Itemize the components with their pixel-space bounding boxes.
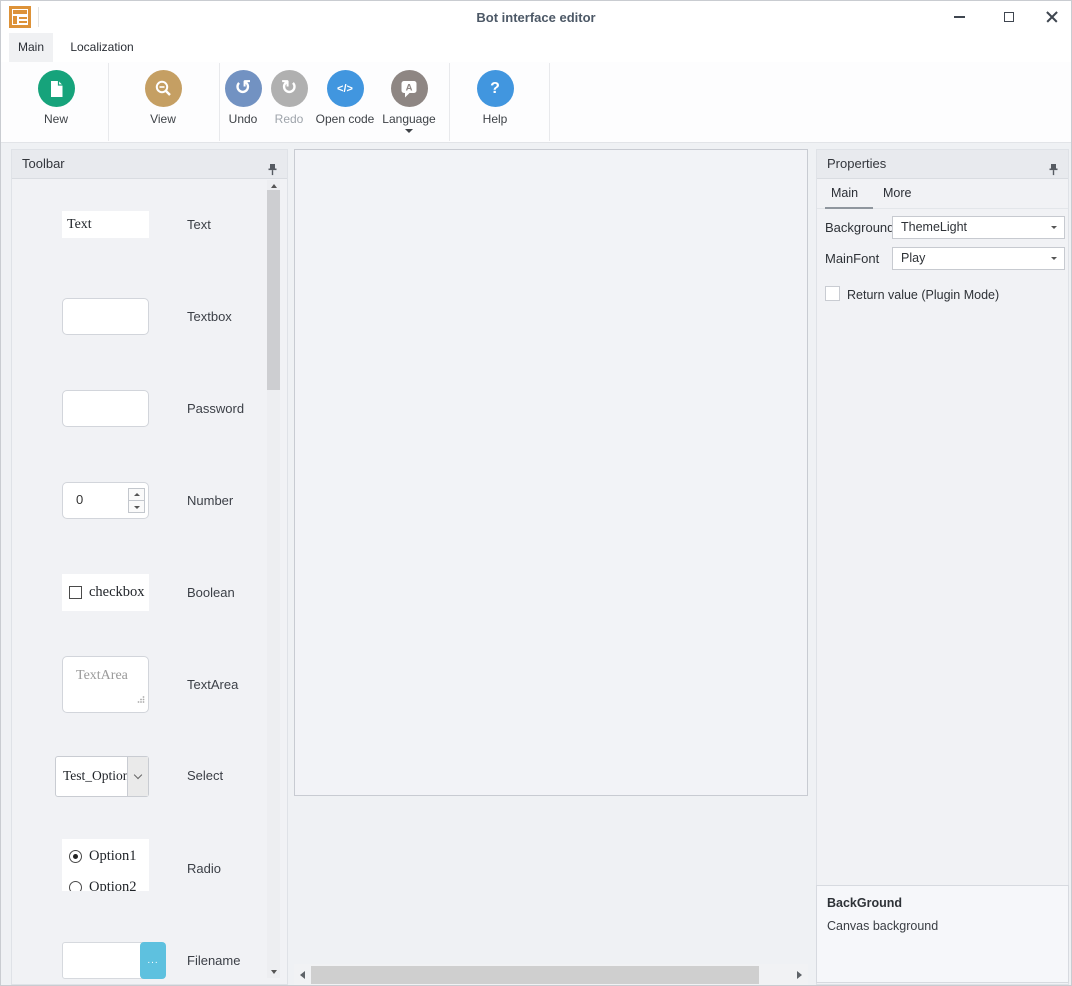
dropdown-caret-icon [1051,226,1057,229]
textarea-placeholder: TextArea [76,668,128,684]
title-bar: Bot interface editor [1,1,1071,33]
mainfont-label: MainFont [825,251,879,266]
toolbox-label-filename: Filename [187,953,240,968]
properties-panel-title: Properties [827,156,886,171]
properties-panel-header: Properties [817,150,1068,179]
ribbon-divider [549,63,550,141]
mainfont-select[interactable]: Play [892,247,1065,270]
scroll-left-icon[interactable] [300,971,305,979]
toolbox-item-boolean[interactable]: checkbox [62,574,149,611]
toolbox-item-textarea[interactable]: TextArea [62,656,149,713]
new-button[interactable]: New [16,70,96,126]
maximize-icon [1004,12,1014,22]
active-tab-underline [825,207,873,209]
toolbox-panel: Toolbar Text Text Textbox Password 0 [11,149,288,985]
code-icon: </> [327,70,364,107]
maximize-button[interactable] [994,1,1024,33]
toolbox-item-textbox[interactable] [62,298,149,335]
number-value: 0 [76,492,83,507]
background-select[interactable]: ThemeLight [892,216,1065,239]
svg-text:A: A [405,82,412,93]
view-label: View [123,112,203,126]
properties-panel: Properties Main More Background ThemeLig… [816,149,1069,985]
zoom-preview-icon [145,70,182,107]
return-value-label: Return value (Plugin Mode) [847,288,999,302]
select-dropdown-button [127,757,148,796]
ribbon-divider [449,63,450,141]
tab-localization[interactable]: Localization [57,33,147,62]
toolbox-label-radio: Radio [187,861,221,876]
toolbox-item-password[interactable] [62,390,149,427]
toolbox-panel-header: Toolbar [12,150,287,179]
properties-tab-row: Main More [817,180,1068,209]
toolbox-label-textarea: TextArea [187,677,238,692]
boolean-preview-label: checkbox [89,584,145,601]
scroll-up-icon[interactable] [271,184,277,188]
description-text: Canvas background [827,919,1058,933]
toolbox-panel-title: Toolbar [22,156,65,171]
help-button[interactable]: ? Help [455,70,535,126]
toolbox-item-text[interactable]: Text [62,211,149,238]
toolbox-label-boolean: Boolean [187,585,235,600]
minimize-icon [954,16,965,18]
toolbox-label-select: Select [187,768,223,783]
language-button[interactable]: A Language [369,70,449,133]
help-label: Help [455,112,535,126]
radio-option1-label: Option1 [89,848,137,865]
toolbox-label-textbox: Textbox [187,309,232,324]
toolbox-item-select[interactable]: Test_Option1 [55,756,149,797]
return-value-checkbox[interactable] [825,286,840,301]
background-label: Background [825,220,894,235]
select-value: Test_Option1 [63,768,136,784]
ribbon-tab-row: Main Localization [1,33,1071,62]
dropdown-caret-icon [1051,257,1057,260]
minimize-button[interactable] [944,1,974,33]
canvas-h-scrollbar[interactable] [294,964,808,986]
canvas-h-scrollbar-thumb[interactable] [311,966,759,984]
app-window: Bot interface editor Main Localization N… [0,0,1072,986]
checkbox-icon [69,586,82,599]
window-title: Bot interface editor [1,10,1071,25]
new-label: New [16,112,96,126]
properties-tab-main[interactable]: Main [831,186,858,200]
language-label: Language [369,112,449,126]
toolbox-label-password: Password [187,401,244,416]
toolbox-item-number[interactable]: 0 [62,482,149,519]
radio-checked-icon [69,850,82,863]
toolbox-scrollbar-thumb[interactable] [267,190,280,390]
property-description-box: BackGround Canvas background [816,885,1069,983]
browse-button[interactable]: ... [140,942,166,979]
ribbon: New View ↺ Undo ↻ Redo [1,62,1071,143]
spinner-up-icon [134,493,140,496]
redo-icon: ↻ [271,70,308,107]
toolbox-label-number: Number [187,493,233,508]
scroll-right-icon[interactable] [797,971,802,979]
toolbox-item-radio[interactable]: Option1 Option2 [62,839,149,891]
select-chevron-icon [134,771,142,779]
filename-input [62,942,147,979]
close-button[interactable] [1037,1,1067,33]
view-button[interactable]: View [123,70,203,126]
design-canvas[interactable] [294,149,808,796]
properties-tab-more[interactable]: More [883,186,911,200]
translate-icon: A [391,70,428,107]
description-title: BackGround [827,896,1058,910]
help-icon: ? [477,70,514,107]
tab-main[interactable]: Main [9,33,53,62]
toolbox-label-text: Text [187,217,211,232]
resize-grip-icon [136,691,145,709]
language-caret-icon [405,129,413,133]
spinner-down-icon [134,506,140,509]
background-value: ThemeLight [901,220,967,234]
new-file-icon [38,70,75,107]
scroll-down-icon[interactable] [271,970,277,974]
mainfont-value: Play [901,251,925,265]
radio-option2-label: Option2 [89,879,137,891]
radio-unchecked-icon [69,881,82,891]
toolbox-scrollbar[interactable] [267,180,280,978]
number-spinner [128,488,145,513]
ribbon-divider [108,63,109,141]
close-icon [1046,11,1058,23]
